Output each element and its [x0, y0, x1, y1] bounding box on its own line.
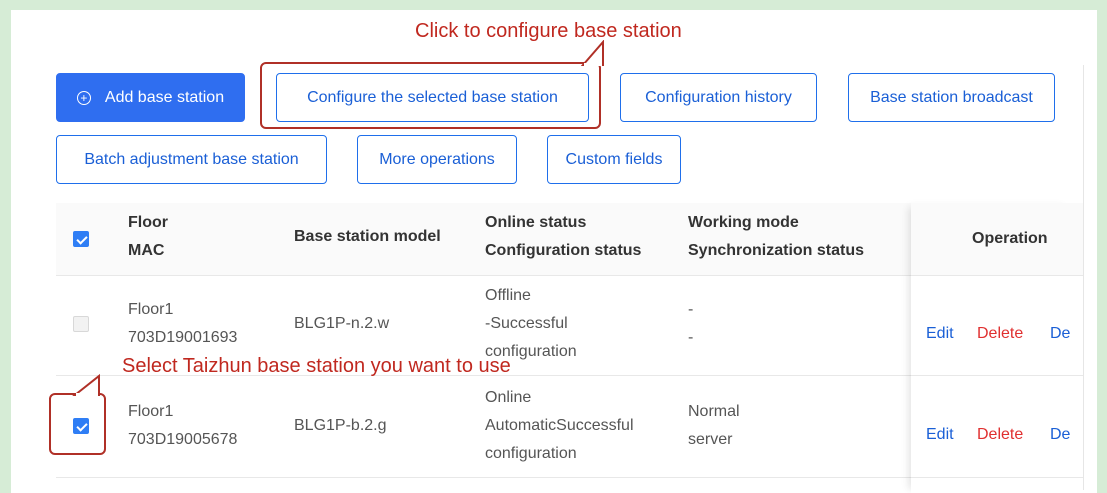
row-model: BLG1P-b.2.g: [294, 417, 387, 434]
header-mac: MAC: [128, 242, 165, 259]
custom-fields-button[interactable]: Custom fields: [547, 135, 681, 184]
more-link[interactable]: De: [1050, 325, 1070, 343]
header-floor: Floor: [128, 214, 168, 231]
edit-link[interactable]: Edit: [926, 325, 954, 343]
edit-link[interactable]: Edit: [926, 426, 954, 444]
row-working-mode: -: [688, 301, 694, 318]
row-status-line1: Offline: [485, 287, 531, 304]
row-status-line2: AutomaticSuccessful: [485, 417, 634, 434]
callout-box-configure: [260, 62, 601, 129]
row-status-line2: -Successful: [485, 315, 568, 332]
row-sync-status: server: [688, 431, 733, 448]
scrollbar-track: [1083, 65, 1084, 490]
more-operations-button[interactable]: More operations: [357, 135, 517, 184]
configuration-history-button[interactable]: Configuration history: [620, 73, 817, 122]
base-station-broadcast-button[interactable]: Base station broadcast: [848, 73, 1055, 122]
plus-circle-icon: +: [76, 90, 91, 105]
row-floor: Floor1: [128, 301, 174, 318]
operation-column: Operation Edit Delete De Edit Delete De: [911, 203, 1073, 493]
select-all-checkbox[interactable]: [73, 231, 89, 247]
batch-adjustment-button[interactable]: Batch adjustment base station: [56, 135, 327, 184]
row-floor: Floor1: [128, 403, 174, 420]
add-base-station-button[interactable]: + Add base station: [56, 73, 245, 122]
header-online-status: Online status: [485, 214, 587, 231]
annotation-select: Select Taizhun base station you want to …: [122, 355, 511, 377]
annotation-configure: Click to configure base station: [415, 20, 682, 42]
delete-link[interactable]: Delete: [977, 325, 1023, 343]
callout-box-select: [49, 393, 106, 455]
header-configuration-status: Configuration status: [485, 242, 642, 259]
callout-pointer-icon: [72, 373, 100, 397]
row-mac: 703D19001693: [128, 329, 238, 346]
row-status-line3: configuration: [485, 445, 577, 462]
row-mac: 703D19005678: [128, 431, 238, 448]
delete-link[interactable]: Delete: [977, 426, 1023, 444]
content-panel: + Add base station Configure the selecte…: [11, 10, 1097, 493]
row-checkbox[interactable]: [73, 316, 89, 332]
row-model: BLG1P-n.2.w: [294, 315, 390, 332]
row-sync-status: -: [688, 329, 694, 346]
callout-pointer-icon: [581, 40, 604, 66]
row-status-line1: Online: [485, 389, 532, 406]
more-link[interactable]: De: [1050, 426, 1070, 444]
header-operation: Operation: [972, 230, 1048, 247]
header-sync-status: Synchronization status: [688, 242, 865, 259]
row-working-mode: Normal: [688, 403, 740, 420]
header-working-mode: Working mode: [688, 214, 799, 231]
header-model: Base station model: [294, 228, 441, 245]
